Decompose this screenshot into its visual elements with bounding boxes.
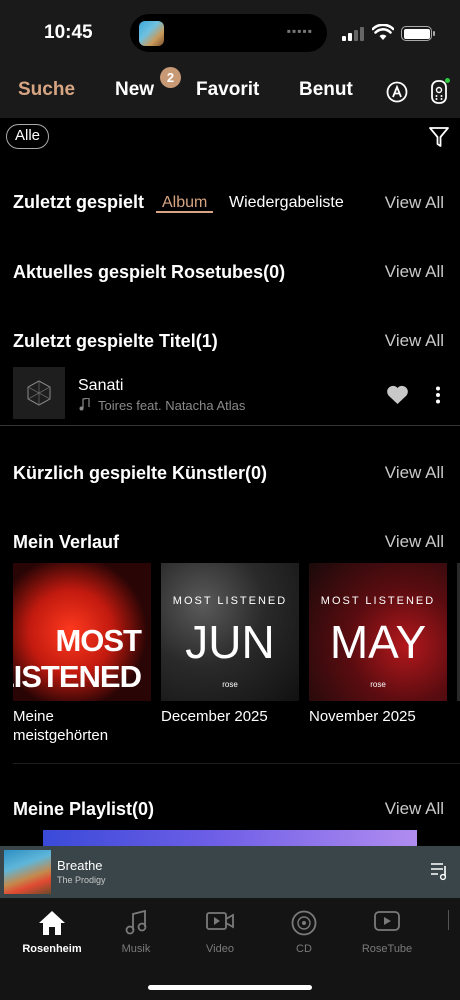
- section-title-playlists: Meine Playlist(0): [13, 799, 155, 819]
- waveform-icon: ▪▪▪▪▪: [286, 24, 313, 38]
- nav-video[interactable]: Video: [178, 898, 262, 978]
- view-all-rosetubes[interactable]: View All: [385, 262, 444, 282]
- view-all-artists[interactable]: View All: [385, 463, 444, 483]
- queue-icon[interactable]: [430, 861, 450, 881]
- tab-favorit[interactable]: Favorit: [196, 79, 259, 101]
- history-card-most-listened[interactable]: MOST LISTENED: [13, 563, 151, 701]
- track-artwork: [13, 367, 65, 419]
- card-art-line1: MOST: [55, 623, 142, 658]
- card-label: November 2025: [309, 708, 416, 725]
- card-art-caption: MOST LISTENED: [320, 595, 436, 607]
- section-title-artists: Kürzlich gespielte Künstler(0): [13, 463, 268, 483]
- nav-rosenheim[interactable]: Rosenheim: [10, 898, 94, 978]
- nav-label: Video: [206, 943, 234, 955]
- nav-label: Rosenheim: [22, 943, 82, 955]
- nav-musik[interactable]: Musik: [94, 898, 178, 978]
- player-title: Breathe: [57, 858, 103, 873]
- section-title-history: Mein Verlauf: [13, 532, 120, 552]
- nav-label: RoseTube: [361, 943, 413, 955]
- music-note-icon: [125, 910, 147, 935]
- mini-player[interactable]: Breathe The Prodigy: [0, 846, 460, 898]
- more-options-icon[interactable]: [434, 386, 442, 404]
- top-navigation: Suche New Favorit Benut: [0, 62, 460, 118]
- placeholder-art-icon: [27, 380, 51, 406]
- filter-funnel-icon[interactable]: [428, 126, 450, 148]
- card-label: Meine meistgehörten: [13, 708, 109, 744]
- rosetube-icon: [374, 911, 400, 931]
- track-row[interactable]: Sanati Toires feat. Natacha Atlas: [0, 364, 460, 426]
- music-note-icon: [79, 398, 90, 411]
- remote-icon[interactable]: [430, 78, 450, 106]
- status-bar: 10:45 ▪▪▪▪▪: [0, 0, 460, 62]
- section-divider: [13, 763, 460, 764]
- playlist-banner[interactable]: [43, 830, 417, 846]
- tab-benut[interactable]: Benut: [299, 79, 353, 101]
- card-art-caption: MOST LISTENED: [172, 595, 288, 607]
- nav-label: Musik: [121, 943, 151, 955]
- player-artwork: [4, 850, 51, 894]
- new-count-badge: 2: [160, 67, 181, 88]
- section-title-recent: Zuletzt gespielt: [13, 192, 145, 212]
- a-circle-icon[interactable]: [386, 81, 408, 103]
- tab-suche[interactable]: Suche: [18, 79, 75, 101]
- tab-new[interactable]: New: [115, 79, 154, 101]
- video-icon: [206, 912, 234, 930]
- view-all-tracks[interactable]: View All: [385, 331, 444, 351]
- heart-icon[interactable]: [386, 385, 409, 405]
- track-title: Sanati: [78, 377, 124, 394]
- home-icon: [39, 911, 65, 935]
- card-art-month: MAY: [329, 616, 427, 668]
- track-artist: Toires feat. Natacha Atlas: [98, 398, 246, 413]
- nav-more-peek[interactable]: [448, 898, 460, 978]
- nav-rosetube[interactable]: RoseTube: [345, 898, 429, 978]
- card-label: December 2025: [161, 708, 268, 725]
- now-playing-thumbnail: [139, 21, 164, 46]
- player-artist: The Prodigy: [57, 875, 106, 885]
- subtab-wiedergabeliste[interactable]: Wiedergabeliste: [229, 194, 344, 212]
- history-card-jun[interactable]: MOST LISTENED JUN rose: [161, 563, 299, 701]
- view-all-playlists[interactable]: View All: [385, 799, 444, 819]
- cellular-signal-icon: [342, 27, 364, 41]
- cd-icon: [291, 910, 317, 936]
- rose-logo: rose: [222, 680, 238, 689]
- view-all-recent[interactable]: View All: [385, 193, 444, 213]
- section-title-rosetubes: Aktuelles gespielt Rosetubes(0): [13, 262, 286, 282]
- rose-logo: rose: [370, 680, 386, 689]
- view-all-history[interactable]: View All: [385, 532, 444, 552]
- filter-chip-alle[interactable]: Alle: [6, 124, 50, 149]
- card-art-line2: LISTENED: [13, 659, 142, 694]
- nav-label: CD: [296, 943, 312, 955]
- wifi-icon: [372, 24, 394, 40]
- status-time: 10:45: [44, 22, 93, 43]
- battery-icon: [401, 26, 435, 41]
- history-card-may[interactable]: MOST LISTENED MAY rose: [309, 563, 447, 701]
- section-title-tracks: Zuletzt gespielte Titel(1): [13, 331, 218, 351]
- subtab-underline: [156, 211, 213, 213]
- card-art-month: JUN: [185, 616, 275, 668]
- subtab-album[interactable]: Album: [162, 194, 207, 212]
- nav-cd[interactable]: CD: [262, 898, 346, 978]
- dynamic-island: ▪▪▪▪▪: [130, 14, 327, 52]
- home-indicator[interactable]: [148, 985, 312, 990]
